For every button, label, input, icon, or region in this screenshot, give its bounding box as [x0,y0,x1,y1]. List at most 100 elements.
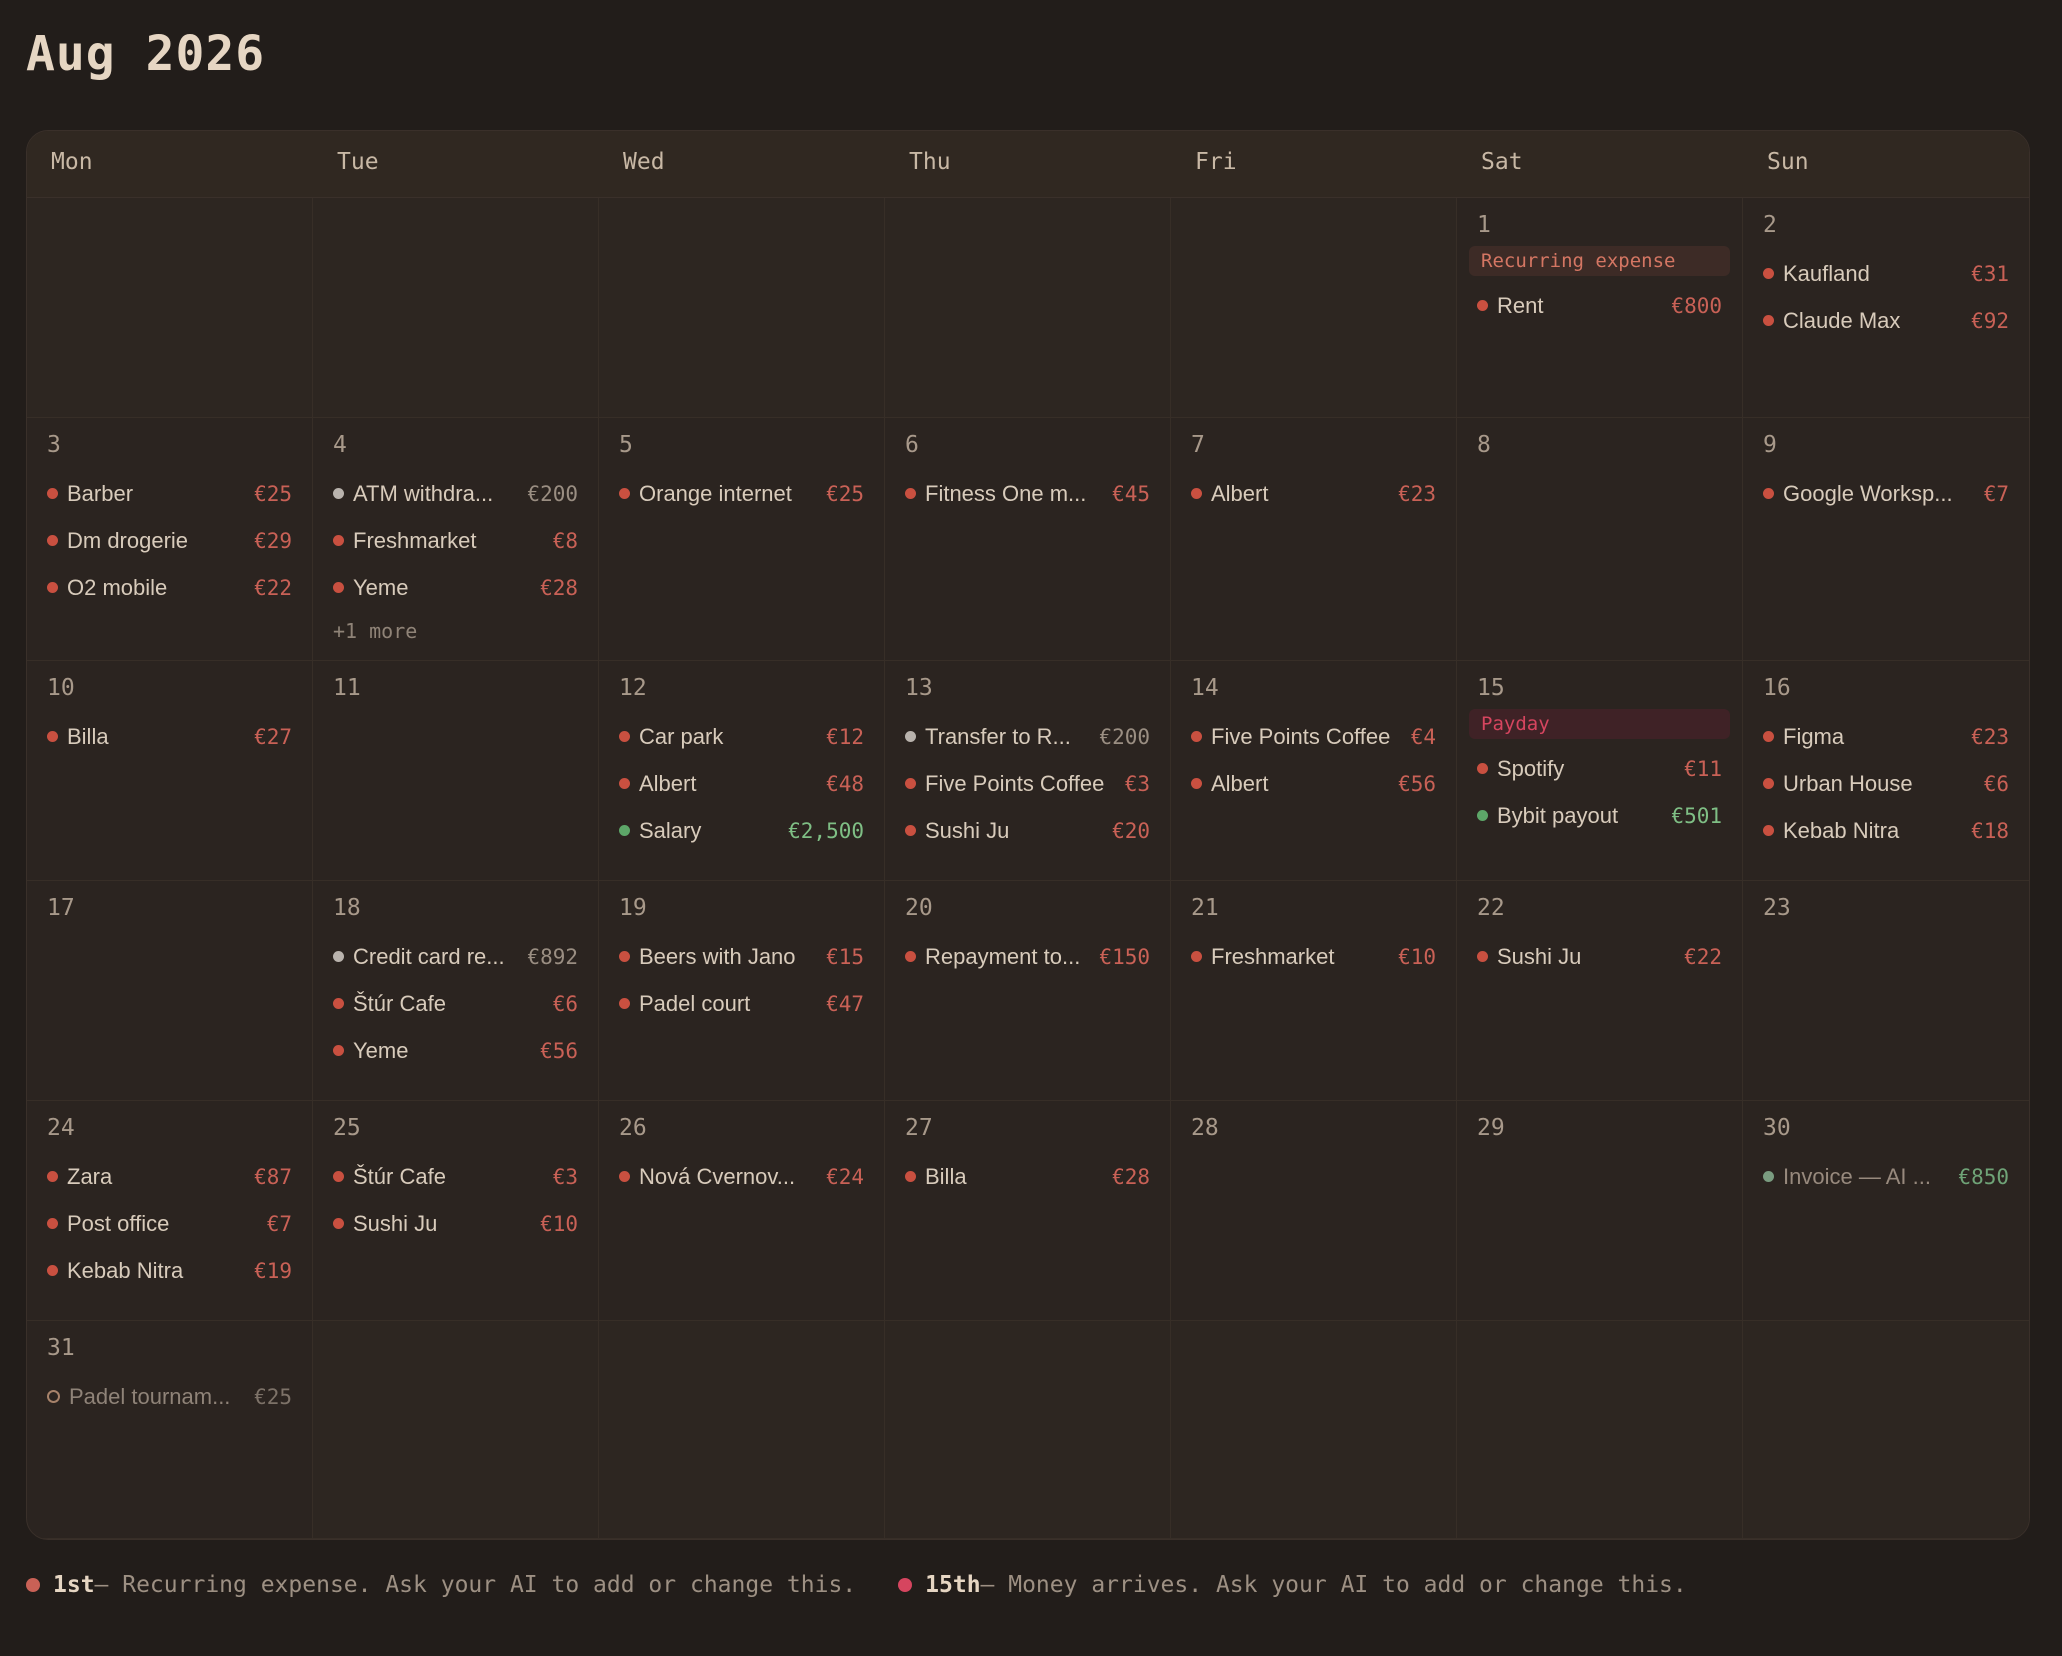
day-cell[interactable]: 25 Štúr Cafe €3 Sushi Ju €10 [313,1101,599,1321]
transaction-item[interactable]: Zara €87 [47,1153,292,1200]
transaction-item[interactable]: Credit card re... €892 [333,933,578,980]
empty-day-cell [313,198,599,418]
day-cell[interactable]: 10 Billa €27 [27,661,313,881]
transaction-item[interactable]: Five Points Coffee €3 [905,760,1150,807]
transaction-item[interactable]: Štúr Cafe €6 [333,980,578,1027]
day-cell[interactable]: 23 [1743,881,2029,1101]
transaction-item[interactable]: Freshmarket €10 [1191,933,1436,980]
day-cell[interactable]: 16 Figma €23 Urban House €6 Kebab Nitra €18 [1743,661,2029,881]
transaction-amount: €22 [1684,944,1722,969]
transaction-item[interactable]: Sushi Ju €22 [1477,933,1722,980]
transaction-item[interactable]: Transfer to R... €200 [905,713,1150,760]
transaction-item[interactable]: Yeme €56 [333,1027,578,1074]
transaction-item[interactable]: Albert €23 [1191,470,1436,517]
transaction-name: O2 mobile [67,574,168,600]
transaction-item[interactable]: ATM withdra... €200 [333,470,578,517]
day-cell[interactable]: 8 [1457,418,1743,661]
transaction-item[interactable]: Kebab Nitra €18 [1763,807,2009,854]
transaction-item[interactable]: Invoice — AI ... €850 [1763,1153,2009,1200]
transaction-amount: €28 [540,575,578,600]
day-cell[interactable]: 24 Zara €87 Post office €7 Kebab Nitra €19 [27,1101,313,1321]
transaction-item[interactable]: Dm drogerie €29 [47,517,292,564]
day-cell[interactable]: 30 Invoice — AI ... €850 [1743,1101,2029,1321]
transaction-item[interactable]: Car park €12 [619,713,864,760]
category-dot-icon [1191,488,1202,499]
day-cell[interactable]: 21 Freshmarket €10 [1171,881,1457,1101]
weekday-label: Fri [1195,149,1237,175]
transaction-item[interactable]: Post office €7 [47,1200,292,1247]
transaction-item[interactable]: Orange internet €25 [619,470,864,517]
day-number: 14 [1191,675,1219,701]
transaction-amount: €850 [1958,1164,2009,1189]
category-dot-icon [619,998,630,1009]
transaction-item[interactable]: Kebab Nitra €19 [47,1247,292,1294]
category-dot-icon [1477,763,1488,774]
day-cell[interactable]: 26 Nová Cvernov... €24 [599,1101,885,1321]
category-dot-icon [905,951,916,962]
transaction-item[interactable]: Spotify €11 [1477,745,1722,792]
transaction-item[interactable]: Figma €23 [1763,713,2009,760]
day-cell[interactable]: 11 [313,661,599,881]
day-cell[interactable]: 29 [1457,1101,1743,1321]
transaction-item[interactable]: Urban House €6 [1763,760,2009,807]
transaction-item[interactable]: Nová Cvernov... €24 [619,1153,864,1200]
transaction-amount: €56 [1398,771,1436,796]
transaction-item[interactable]: Repayment to... €150 [905,933,1150,980]
transaction-item[interactable]: Beers with Jano €15 [619,933,864,980]
day-cell[interactable]: 7 Albert €23 [1171,418,1457,661]
transaction-item[interactable]: Sushi Ju €10 [333,1200,578,1247]
transaction-item[interactable]: Bybit payout €501 [1477,792,1722,839]
day-cell[interactable]: 28 [1171,1101,1457,1321]
day-cell[interactable]: 27 Billa €28 [885,1101,1171,1321]
empty-day-cell [885,198,1171,418]
day-cell[interactable]: 3 Barber €25 Dm drogerie €29 O2 mobile €22 [27,418,313,661]
day-cell[interactable]: 4 ATM withdra... €200 Freshmarket €8 Yeme €28 +… [313,418,599,661]
transaction-item[interactable]: Sushi Ju €20 [905,807,1150,854]
transaction-item[interactable]: O2 mobile €22 [47,564,292,611]
transaction-item[interactable]: Fitness One m... €45 [905,470,1150,517]
day-cell[interactable]: 31 Padel tournam... €25 [27,1321,313,1539]
transaction-item[interactable]: Billa €27 [47,713,292,760]
more-events-link[interactable]: +1 more [333,611,578,651]
transaction-amount: €4 [1410,724,1436,749]
transaction-item[interactable]: Freshmarket €8 [333,517,578,564]
transaction-amount: €501 [1671,803,1722,828]
transaction-item[interactable]: Google Worksp... €7 [1763,470,2009,517]
day-cell[interactable]: 12 Car park €12 Albert €48 Salary €2,500 [599,661,885,881]
transaction-item[interactable]: Five Points Coffee €4 [1191,713,1436,760]
day-number: 24 [47,1115,75,1141]
transaction-item[interactable]: Barber €25 [47,470,292,517]
day-cell[interactable]: 19 Beers with Jano €15 Padel court €47 [599,881,885,1101]
transaction-item[interactable]: Kaufland €31 [1763,250,2009,297]
day-cell[interactable]: 9 Google Worksp... €7 [1743,418,2029,661]
transaction-item[interactable]: Albert €56 [1191,760,1436,807]
category-dot-icon [47,1171,58,1182]
day-cell[interactable]: 17 [27,881,313,1101]
day-cell[interactable]: 15 Payday Spotify €11 Bybit payout €501 [1457,661,1743,881]
transaction-item[interactable]: Billa €28 [905,1153,1150,1200]
category-dot-icon [333,535,344,546]
day-number: 15 [1477,675,1505,701]
empty-day-cell [599,1321,885,1539]
day-cell[interactable]: 1 Recurring expense Rent €800 [1457,198,1743,418]
recurring-expense-badge[interactable]: Recurring expense [1469,246,1730,276]
day-cell[interactable]: 2 Kaufland €31 Claude Max €92 [1743,198,2029,418]
day-cell[interactable]: 14 Five Points Coffee €4 Albert €56 [1171,661,1457,881]
transaction-item[interactable]: Salary €2,500 [619,807,864,854]
day-cell[interactable]: 18 Credit card re... €892 Štúr Cafe €6 Yeme €5… [313,881,599,1101]
day-cell[interactable]: 6 Fitness One m... €45 [885,418,1171,661]
transaction-item[interactable]: Albert €48 [619,760,864,807]
day-cell[interactable]: 13 Transfer to R... €200 Five Points Coffee… [885,661,1171,881]
transaction-item[interactable]: Claude Max €92 [1763,297,2009,344]
transaction-item[interactable]: Štúr Cafe €3 [333,1153,578,1200]
legend-day: 15th [925,1572,981,1598]
transaction-item[interactable]: Yeme €28 [333,564,578,611]
day-cell[interactable]: 5 Orange internet €25 [599,418,885,661]
payday-badge[interactable]: Payday [1469,709,1730,739]
transaction-item[interactable]: Rent €800 [1477,282,1722,329]
transaction-item[interactable]: Padel court €47 [619,980,864,1027]
legend-text: — Money arrives. Ask your AI to add or c… [980,1572,1687,1598]
day-cell[interactable]: 20 Repayment to... €150 [885,881,1171,1101]
day-cell[interactable]: 22 Sushi Ju €22 [1457,881,1743,1101]
transaction-item[interactable]: Padel tournam... €25 [47,1373,292,1420]
